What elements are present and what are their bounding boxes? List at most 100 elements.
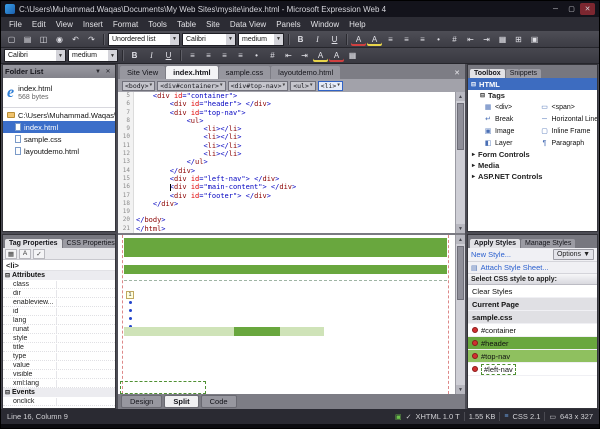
panel-tab[interactable]: CSS Properties — [63, 239, 117, 248]
toolbar-icon[interactable]: • — [249, 49, 264, 62]
menu-item[interactable]: View — [51, 19, 78, 30]
code-line[interactable]: 7 <div id="top-nav"> — [118, 109, 455, 117]
toolbox-group-tags[interactable]: ⊟Tags — [468, 90, 597, 101]
panel-menu-icon[interactable]: ▼ — [93, 67, 103, 77]
italic-button[interactable]: I — [144, 49, 159, 62]
toolbox-group[interactable]: ▸ASP.NET Controls — [468, 171, 597, 182]
menu-item[interactable]: File — [4, 19, 27, 30]
toolbar-icon[interactable]: • — [431, 33, 446, 46]
doctype-schema[interactable]: XHTML 1.0 T — [416, 412, 460, 421]
style-list-item[interactable]: Clear Styles — [468, 285, 597, 298]
style-list-item[interactable]: #left-nav — [468, 363, 597, 376]
code-line[interactable]: 9 <li></li> — [118, 125, 455, 133]
toolbox-item[interactable]: ▣ Image — [484, 125, 541, 137]
view-tab[interactable]: Design — [121, 395, 162, 408]
code-line[interactable]: 13 </ul> — [118, 158, 455, 166]
bold-button[interactable]: B — [127, 49, 142, 62]
code-line[interactable]: 6 <div id="header"> </div> — [118, 100, 455, 108]
toolbar-icon[interactable]: # — [447, 33, 462, 46]
style-list-item[interactable]: #top-nav — [468, 350, 597, 363]
code-line[interactable]: 12 <li></li> — [118, 150, 455, 158]
font-dropdown[interactable]: Calibri▼ — [182, 33, 236, 46]
menu-item[interactable]: Edit — [27, 19, 51, 30]
close-button[interactable]: ✕ — [580, 3, 595, 15]
code-scrollbar[interactable]: ▲ ▼ — [455, 92, 465, 233]
attribute-row[interactable]: enableview... — [3, 298, 115, 307]
toolbar-icon[interactable]: # — [265, 49, 280, 62]
font-size-dropdown[interactable]: medium▼ — [68, 49, 118, 62]
new-style-link[interactable]: New Style... — [471, 250, 511, 259]
toolbar-icon[interactable]: ◉ — [52, 33, 67, 46]
options-button[interactable]: Options▼ — [553, 249, 594, 260]
panel-close-icon[interactable]: ✕ — [103, 67, 113, 77]
menu-item[interactable]: Tools — [143, 19, 172, 30]
event-row[interactable]: onclick — [3, 397, 115, 406]
code-line[interactable]: 20</body> — [118, 216, 455, 224]
toolbar-icon[interactable]: ▦ — [495, 33, 510, 46]
toolbar-icon[interactable]: ≡ — [415, 33, 430, 46]
code-line[interactable]: 5 <div id="container"> — [118, 92, 455, 100]
font-dropdown[interactable]: Calibri▼ — [4, 49, 66, 62]
css-schema[interactable]: CSS 2.1 — [512, 412, 540, 421]
code-line[interactable]: 18 </div> — [118, 200, 455, 208]
toolbar-icon[interactable]: ⇤ — [281, 49, 296, 62]
design-canvas[interactable]: 1 — [118, 235, 455, 394]
menu-item[interactable]: Panels — [271, 19, 305, 30]
scrollbar-thumb[interactable] — [457, 103, 464, 150]
code-line[interactable]: 16 <div id="main-content"> </div> — [118, 183, 455, 191]
document-tab[interactable]: sample.css — [219, 66, 271, 79]
tree-file-item[interactable]: sample.css — [3, 133, 115, 145]
tag-breadcrumb-item[interactable]: <div#container>▼ — [157, 81, 225, 91]
style-dropdown[interactable]: Unordered list▼ — [108, 33, 180, 46]
document-tab[interactable]: layoutdemo.html — [271, 66, 340, 79]
css-schema-icon[interactable]: ≡ — [504, 413, 508, 420]
visual-aids-icon[interactable]: ▣ — [395, 413, 402, 421]
toolbar-icon[interactable]: ≡ — [201, 49, 216, 62]
toolbox-item[interactable]: ─ Horizontal Line — [541, 113, 598, 125]
toolbar-icon[interactable]: ≡ — [217, 49, 232, 62]
toolbox-group[interactable]: ▸Media — [468, 160, 597, 171]
underline-button[interactable]: U — [161, 49, 176, 62]
tag-breadcrumb-item[interactable]: <ul>▼ — [290, 81, 315, 91]
italic-button[interactable]: I — [310, 33, 325, 46]
design-main-content-block[interactable] — [124, 327, 324, 336]
tree-root[interactable]: C:\Users\Muhammad.Waqas\Documents\M — [3, 109, 115, 121]
attribute-row[interactable]: runat — [3, 325, 115, 334]
events-section-header[interactable]: ⊟ Events — [3, 388, 115, 397]
toolbar-icon[interactable]: A — [313, 49, 328, 62]
style-list-item[interactable]: #container — [468, 324, 597, 337]
attribute-row[interactable]: type — [3, 352, 115, 361]
tag-breadcrumb-item[interactable]: <div#top-nav>▼ — [228, 81, 289, 91]
panel-tab[interactable]: Apply Styles — [470, 239, 520, 248]
view-tab[interactable]: Code — [201, 395, 237, 408]
toolbar-icon[interactable]: ▣ — [527, 33, 542, 46]
attribute-row[interactable]: visible — [3, 370, 115, 379]
scrollbar-thumb[interactable] — [457, 246, 464, 300]
toolbox-item[interactable]: ▦ <div> — [484, 101, 541, 113]
menu-item[interactable]: Site — [201, 19, 225, 30]
attribute-row[interactable]: title — [3, 343, 115, 352]
view-tab[interactable]: Split — [164, 395, 198, 408]
tag-breadcrumb-item[interactable]: <li>▼ — [318, 81, 343, 91]
attribute-row[interactable]: style — [3, 334, 115, 343]
toolbar-icon[interactable]: ⇤ — [463, 33, 478, 46]
design-topnav-block[interactable] — [124, 265, 447, 274]
code-line[interactable]: 19 — [118, 208, 455, 216]
style-list-item[interactable]: sample.css — [468, 311, 597, 324]
code-line[interactable]: 17 <div id="footer"> </div> — [118, 192, 455, 200]
toolbar-icon[interactable]: ▦ — [345, 49, 360, 62]
panel-tab[interactable]: Toolbox — [470, 69, 505, 78]
code-line[interactable]: 8 <ul> — [118, 117, 455, 125]
minimize-button[interactable]: ─ — [548, 3, 563, 15]
code-line[interactable]: 21</html> — [118, 225, 455, 233]
style-list-item[interactable]: #header — [468, 337, 597, 350]
show-categorized-icon[interactable]: ▦ — [5, 249, 17, 259]
toolbar-icon[interactable]: A — [329, 49, 344, 62]
toolbar-icon[interactable]: ⇥ — [297, 49, 312, 62]
toolbox-item[interactable]: ▢ Inline Frame — [541, 125, 598, 137]
scroll-up-icon[interactable]: ▲ — [456, 92, 465, 101]
toolbar-icon[interactable]: ▢ — [4, 33, 19, 46]
scroll-down-icon[interactable]: ▼ — [456, 224, 465, 233]
code-line[interactable]: 15 <div id="left-nav"> </div> — [118, 175, 455, 183]
toolbar-icon[interactable]: ≡ — [185, 49, 200, 62]
